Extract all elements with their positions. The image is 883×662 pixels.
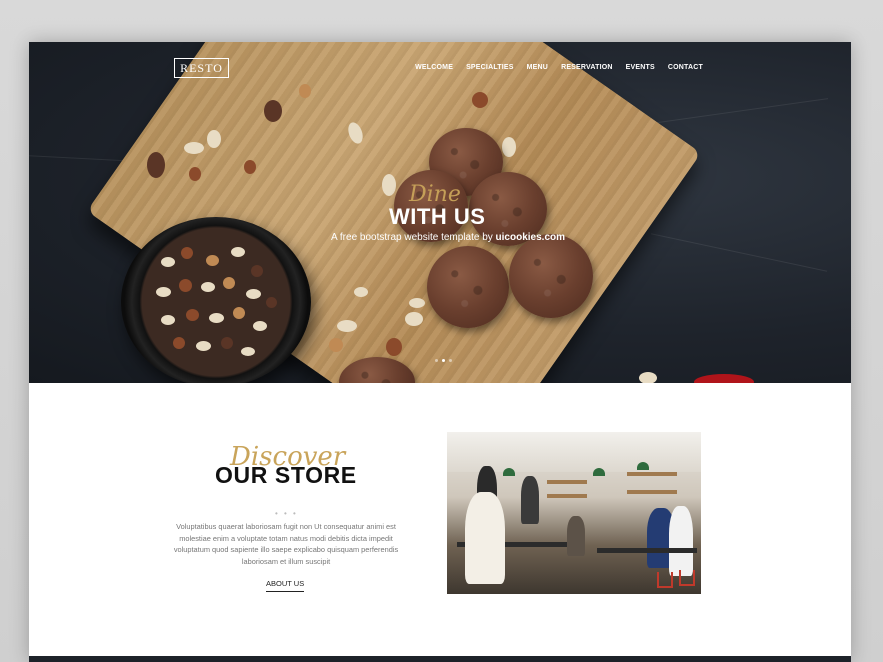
nav-contact[interactable]: CONTACT xyxy=(668,64,703,71)
cookie xyxy=(427,246,509,328)
nut xyxy=(264,100,282,122)
hero-subtitle-link[interactable]: uicookies.com xyxy=(496,232,565,243)
about-us-link[interactable]: ABOUT US xyxy=(266,579,305,592)
nut xyxy=(147,152,165,178)
store-photo xyxy=(447,432,701,594)
carousel-indicators xyxy=(435,359,452,362)
hero-subtitle-prefix: A free bootstrap website template by xyxy=(331,232,496,243)
nav-events[interactable]: EVENTS xyxy=(626,64,655,71)
nut xyxy=(184,142,204,154)
nut xyxy=(382,174,396,196)
store-description: Voluptatibus quaerat laboriosam fugit no… xyxy=(173,522,399,566)
nut xyxy=(502,137,516,157)
red-cup xyxy=(694,374,754,383)
next-section-edge xyxy=(29,656,851,662)
nut-bowl xyxy=(121,217,311,383)
hero-section: RESTO WELCOME SPECIALTIES MENU RESERVATI… xyxy=(29,42,851,383)
logo-text: RESTO xyxy=(180,60,223,75)
browser-page: RESTO WELCOME SPECIALTIES MENU RESERVATI… xyxy=(29,42,851,662)
nut xyxy=(329,338,343,352)
nut xyxy=(244,160,256,174)
cookie xyxy=(509,234,593,318)
nav-specialties[interactable]: SPECIALTIES xyxy=(466,64,514,71)
nav-reservation[interactable]: RESERVATION xyxy=(561,64,613,71)
nut xyxy=(639,372,657,383)
nut xyxy=(405,312,423,326)
nut xyxy=(354,287,368,297)
carousel-dot[interactable] xyxy=(449,359,452,362)
carousel-dot-active[interactable] xyxy=(442,359,445,362)
nut xyxy=(386,338,402,356)
nut xyxy=(472,92,488,108)
store-title: OUR STORE xyxy=(215,462,357,488)
nut xyxy=(409,298,425,308)
nut xyxy=(299,84,311,98)
nut xyxy=(207,130,221,148)
hero-subtitle: A free bootstrap website template by uic… xyxy=(331,232,565,243)
logo[interactable]: RESTO xyxy=(174,58,229,78)
carousel-dot[interactable] xyxy=(435,359,438,362)
nav-welcome[interactable]: WELCOME xyxy=(415,64,453,71)
nut xyxy=(337,320,357,332)
section-divider: • • • xyxy=(275,509,298,518)
background-texture xyxy=(629,98,829,127)
nav-menu[interactable]: MENU xyxy=(527,64,548,71)
main-nav: WELCOME SPECIALTIES MENU RESERVATION EVE… xyxy=(415,64,703,71)
nut xyxy=(189,167,201,181)
background-texture xyxy=(650,233,828,272)
hero-title: WITH US xyxy=(389,204,486,229)
